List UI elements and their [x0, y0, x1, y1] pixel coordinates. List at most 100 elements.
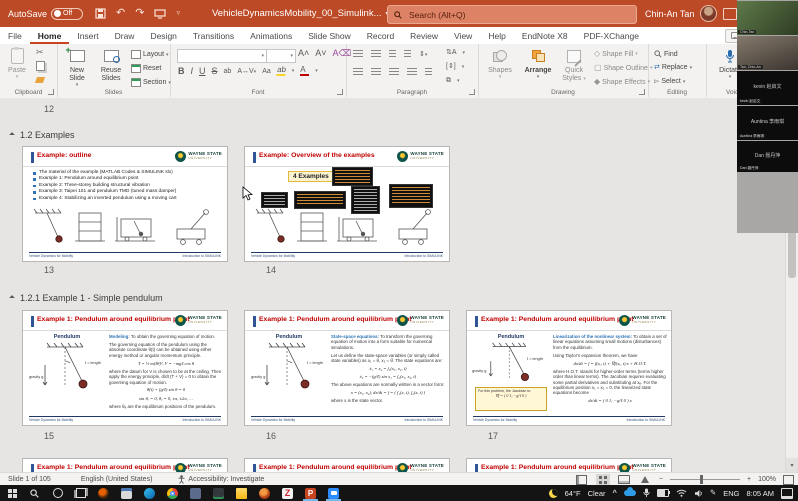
reuse-slides-button[interactable]: Reuse Slides: [95, 47, 127, 83]
tab-insert[interactable]: Insert: [69, 27, 106, 44]
decrease-indent-button[interactable]: [389, 50, 396, 58]
slide-thumbnail-15[interactable]: Example 1: Pendulum around equilibrium p…: [22, 310, 228, 426]
fit-slide-to-window-icon[interactable]: [783, 475, 794, 485]
slide-thumbnail-13[interactable]: Example: outline WAYNE STATEUNIVERSITY T…: [22, 146, 228, 262]
clock[interactable]: 8:05 AM: [746, 489, 774, 498]
taskbar-app-powerpoint[interactable]: P: [299, 485, 322, 501]
zoom-out-button[interactable]: −: [659, 476, 663, 483]
tab-help[interactable]: Help: [480, 27, 513, 44]
taskbar-app-notes[interactable]: [115, 485, 138, 501]
align-center-button[interactable]: [371, 68, 381, 76]
shapes-button[interactable]: Shapes▾: [484, 47, 516, 81]
reading-view-button[interactable]: [617, 474, 631, 485]
tab-endnote[interactable]: EndNote X8: [514, 27, 576, 44]
select-button[interactable]: ▻ Select▾: [654, 78, 685, 85]
shrink-font-icon[interactable]: A˅: [315, 49, 326, 58]
align-right-button[interactable]: [389, 68, 399, 76]
cortana-button[interactable]: [46, 485, 69, 501]
search-box[interactable]: [387, 5, 637, 24]
weather-temp[interactable]: 64°F: [565, 489, 581, 498]
tab-animations[interactable]: Animations: [242, 27, 300, 44]
italic-button[interactable]: I: [191, 67, 194, 76]
copy-icon[interactable]: [36, 61, 45, 73]
account-area[interactable]: Chin-An Tan: [645, 0, 737, 27]
participant-audio-tile[interactable]: kevin 赵启文 kevin 赵启文: [737, 71, 798, 105]
microphone-tray-icon[interactable]: [643, 488, 650, 498]
cut-icon[interactable]: ✂: [36, 48, 44, 57]
night-weather-icon[interactable]: [549, 489, 558, 498]
taskbar-app-teams[interactable]: [184, 485, 207, 501]
grow-font-icon[interactable]: A˄: [298, 49, 309, 58]
slide-thumbnail-17[interactable]: Example 1: Pendulum around equilibrium p…: [466, 310, 672, 426]
slide-thumbnail-19-partial[interactable]: Example 1: Pendulum around equilibrium p…: [244, 458, 450, 472]
taskbar-search-button[interactable]: [23, 485, 46, 501]
numbering-button[interactable]: [371, 50, 381, 58]
columns-button[interactable]: [425, 68, 432, 76]
tab-file[interactable]: File: [0, 27, 30, 44]
tab-design[interactable]: Design: [142, 27, 184, 44]
text-direction-button[interactable]: ⇅A▾: [446, 49, 465, 56]
slide-thumbnail-18-partial[interactable]: Example 1: Pendulum around equilibrium p…: [22, 458, 228, 472]
convert-smartart-button[interactable]: ⧉▾: [446, 77, 460, 84]
tab-record[interactable]: Record: [359, 27, 402, 44]
drawing-dialog-launcher[interactable]: [639, 89, 645, 95]
bold-button[interactable]: B: [178, 67, 185, 76]
customize-qat-icon[interactable]: ▿: [176, 10, 180, 17]
taskbar-app-chat[interactable]: [322, 485, 345, 501]
normal-view-button[interactable]: [575, 474, 589, 485]
paragraph-dialog-launcher[interactable]: [469, 89, 475, 95]
taskbar-app-matlab[interactable]: [253, 485, 276, 501]
onedrive-icon[interactable]: [624, 490, 636, 496]
ribbon-display-options-icon[interactable]: [723, 8, 737, 20]
tab-slide-show[interactable]: Slide Show: [300, 27, 359, 44]
participant-video-tile[interactable]: Chin-Tan: [737, 1, 798, 35]
slide-thumbnail-16[interactable]: Example 1: Pendulum around equilibrium p…: [244, 310, 450, 426]
scroll-down-button[interactable]: ▾: [786, 458, 798, 472]
paste-button[interactable]: Paste▾: [4, 47, 30, 81]
font-color-button[interactable]: A: [300, 66, 309, 76]
search-input[interactable]: [407, 9, 630, 21]
slide-thumbnail-20-partial[interactable]: Example 1: Pendulum around equilibrium p…: [466, 458, 672, 472]
new-slide-button[interactable]: New Slide▾: [62, 47, 92, 89]
strikethrough-button[interactable]: S: [212, 67, 218, 76]
quick-styles-button[interactable]: Quick Styles ▾: [558, 47, 590, 83]
section-header-examples[interactable]: 1.2 Examples: [10, 130, 75, 140]
slide-thumbnail-14[interactable]: Example: Overview of the examples WAYNE …: [244, 146, 450, 262]
zoom-level[interactable]: 100%: [758, 476, 776, 483]
font-name-combobox[interactable]: ▾: [177, 49, 267, 63]
underline-button[interactable]: U: [199, 67, 206, 76]
layout-button[interactable]: Layout▾: [131, 50, 169, 59]
tab-draw[interactable]: Draw: [107, 27, 143, 44]
section-button[interactable]: Section▾: [131, 78, 171, 87]
start-button[interactable]: [0, 485, 23, 501]
participant-audio-tile[interactable]: Auntina 李雨琪 Auntina 李雨琪: [737, 106, 798, 140]
zoom-in-button[interactable]: +: [747, 476, 751, 483]
battery-icon[interactable]: [657, 489, 669, 497]
slide-sorter-view-button[interactable]: [596, 474, 610, 485]
tab-home[interactable]: Home: [30, 27, 70, 44]
participant-audio-tile[interactable]: Dan 聂丹萍 Dan 聂丹萍: [737, 141, 798, 172]
replace-button[interactable]: ⇄ Replace▾: [654, 64, 692, 71]
slideshow-view-button[interactable]: [638, 474, 652, 485]
action-center-icon[interactable]: [781, 488, 793, 499]
language-indicator[interactable]: English (United States): [73, 476, 161, 483]
increase-indent-button[interactable]: [404, 50, 411, 58]
wifi-icon[interactable]: [676, 489, 687, 497]
highlight-color-button[interactable]: ab: [276, 66, 286, 76]
clipboard-dialog-launcher[interactable]: [48, 89, 54, 95]
volume-icon[interactable]: [694, 489, 703, 498]
participant-video-tile[interactable]: Tan, Chin-An: [737, 36, 798, 70]
format-painter-icon[interactable]: [36, 76, 44, 85]
taskbar-app-zotero[interactable]: Z: [276, 485, 299, 501]
arrange-button[interactable]: Arrange▾: [520, 47, 556, 81]
slideshow-icon[interactable]: [154, 9, 166, 19]
bullets-button[interactable]: [353, 50, 363, 58]
line-spacing-button[interactable]: ⇕▾: [419, 51, 427, 58]
weather-desc[interactable]: Clear: [588, 489, 606, 498]
pen-icon[interactable]: ✎: [710, 489, 716, 497]
align-left-button[interactable]: [353, 68, 363, 76]
avatar[interactable]: [700, 5, 717, 22]
text-shadow-button[interactable]: ab: [224, 68, 232, 75]
tab-review[interactable]: Review: [402, 27, 446, 44]
tab-pdf-xchange[interactable]: PDF-XChange: [576, 27, 647, 44]
